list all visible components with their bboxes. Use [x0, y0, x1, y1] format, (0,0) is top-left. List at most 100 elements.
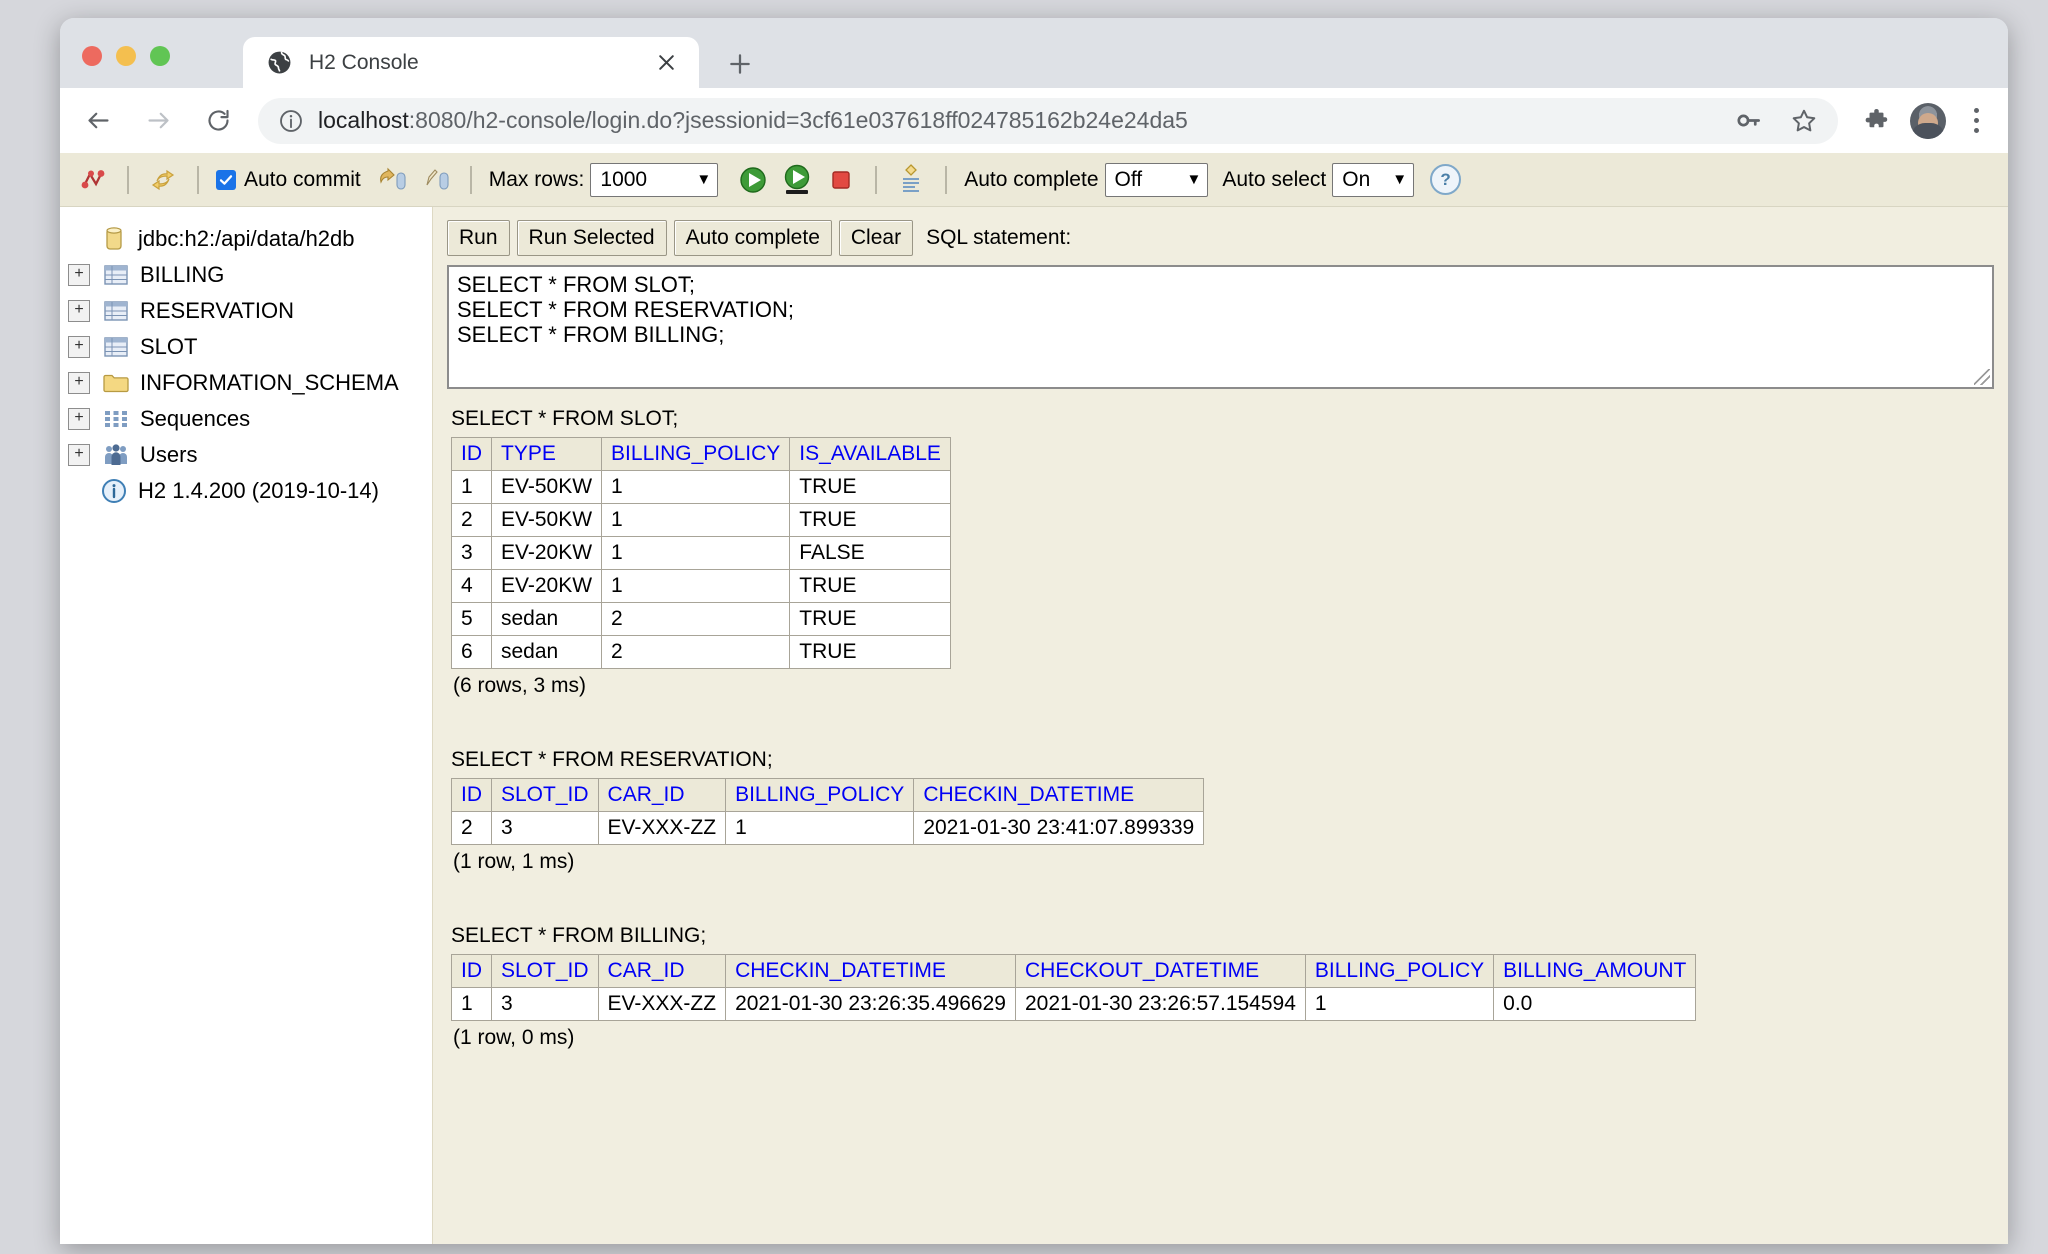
column-header[interactable]: CAR_ID: [598, 955, 726, 988]
sidebar-item-reservation[interactable]: + RESERVATION: [68, 293, 432, 329]
expand-icon[interactable]: +: [68, 300, 90, 322]
auto-complete-button[interactable]: Auto complete: [674, 220, 832, 256]
cell: 3: [492, 812, 599, 845]
browser-tab[interactable]: H2 Console: [243, 37, 699, 88]
result-table-billing: ID SLOT_ID CAR_ID CHECKIN_DATETIME CHECK…: [451, 954, 1696, 1021]
sidebar-item-database[interactable]: jdbc:h2:/api/data/h2db: [68, 221, 432, 257]
table-row: 6 sedan 2 TRUE: [452, 636, 951, 669]
maximize-window-button[interactable]: [150, 46, 170, 66]
kebab-menu-icon[interactable]: [1958, 103, 1994, 139]
tab-strip: H2 Console: [60, 18, 2008, 88]
column-header[interactable]: BILLING_AMOUNT: [1494, 955, 1696, 988]
sql-history-icon[interactable]: [894, 163, 928, 197]
sidebar-item-billing[interactable]: + BILLING: [68, 257, 432, 293]
close-icon[interactable]: [649, 46, 683, 80]
help-question-icon[interactable]: ?: [1430, 164, 1461, 195]
cell: 2021-01-30 23:41:07.899339: [914, 812, 1204, 845]
cell: EV-20KW: [492, 570, 602, 603]
address-bar[interactable]: localhost:8080/h2-console/login.do?jsess…: [258, 98, 1838, 144]
sidebar-item-version[interactable]: H2 1.4.200 (2019-10-14): [68, 473, 432, 509]
close-window-button[interactable]: [82, 46, 102, 66]
table-row: 3 EV-20KW 1 FALSE: [452, 537, 951, 570]
sidebar-item-users[interactable]: + Users: [68, 437, 432, 473]
column-header[interactable]: BILLING_POLICY: [1305, 955, 1493, 988]
stop-red-icon[interactable]: [824, 163, 858, 197]
console-body: jdbc:h2:/api/data/h2db + BILLING: [60, 207, 2008, 1244]
column-header[interactable]: BILLING_POLICY: [726, 779, 914, 812]
cell: sedan: [492, 603, 602, 636]
sidebar-item-information-schema[interactable]: + INFORMATION_SCHEMA: [68, 365, 432, 401]
info-circle-icon[interactable]: [278, 108, 304, 134]
expand-icon[interactable]: +: [68, 444, 90, 466]
table-row: 1 EV-50KW 1 TRUE: [452, 471, 951, 504]
key-icon[interactable]: [1726, 99, 1770, 143]
column-header[interactable]: ID: [452, 955, 492, 988]
expand-icon[interactable]: +: [68, 336, 90, 358]
cell: 2: [452, 504, 492, 537]
url-text: localhost:8080/h2-console/login.do?jsess…: [318, 107, 1188, 134]
result-query-text: SELECT * FROM SLOT;: [451, 407, 2008, 431]
auto-complete-select[interactable]: Off ▼: [1105, 163, 1209, 197]
cell: 2: [602, 603, 790, 636]
max-rows-value: 1000: [600, 168, 686, 192]
expand-icon[interactable]: +: [68, 408, 90, 430]
commit-icon[interactable]: [375, 163, 409, 197]
auto-select-select[interactable]: On ▼: [1332, 163, 1414, 197]
auto-commit-checkbox[interactable]: [216, 170, 236, 190]
max-rows-label: Max rows:: [489, 168, 585, 192]
clear-button[interactable]: Clear: [839, 220, 913, 256]
column-header[interactable]: BILLING_POLICY: [602, 438, 790, 471]
expand-icon[interactable]: +: [68, 264, 90, 286]
column-header[interactable]: CHECKIN_DATETIME: [726, 955, 1016, 988]
run-selected-button[interactable]: Run Selected: [517, 220, 667, 256]
sql-input[interactable]: SELECT * FROM SLOT; SELECT * FROM RESERV…: [447, 265, 1994, 389]
cell: 1: [1305, 988, 1493, 1021]
column-header[interactable]: CHECKIN_DATETIME: [914, 779, 1204, 812]
result-block: SELECT * FROM SLOT; ID TYPE BILLING_POLI…: [451, 407, 2008, 698]
column-header[interactable]: ID: [452, 438, 492, 471]
run-selected-green-icon[interactable]: [780, 163, 814, 197]
sidebar-item-slot[interactable]: + SLOT: [68, 329, 432, 365]
cell: 1: [602, 537, 790, 570]
column-header[interactable]: ID: [452, 779, 492, 812]
resize-grip-icon[interactable]: [1974, 369, 1990, 385]
rollback-icon[interactable]: [419, 163, 453, 197]
avatar-icon[interactable]: [1910, 103, 1946, 139]
result-query-text: SELECT * FROM RESERVATION;: [451, 748, 2008, 772]
toolbar-divider: [470, 166, 472, 194]
star-icon[interactable]: [1782, 99, 1826, 143]
sidebar-item-sequences[interactable]: + Sequences: [68, 401, 432, 437]
cell: 2: [602, 636, 790, 669]
table-icon: [102, 297, 130, 325]
column-header[interactable]: CAR_ID: [598, 779, 726, 812]
run-button[interactable]: Run: [447, 220, 510, 256]
column-header[interactable]: SLOT_ID: [492, 779, 599, 812]
reload-icon[interactable]: [196, 99, 240, 143]
chevron-down-icon: ▼: [696, 172, 711, 187]
column-header[interactable]: SLOT_ID: [492, 955, 599, 988]
cell: EV-20KW: [492, 537, 602, 570]
column-header[interactable]: TYPE: [492, 438, 602, 471]
result-query-text: SELECT * FROM BILLING;: [451, 924, 2008, 948]
cell: TRUE: [790, 636, 951, 669]
cell: TRUE: [790, 603, 951, 636]
minimize-window-button[interactable]: [116, 46, 136, 66]
run-green-icon[interactable]: [736, 163, 770, 197]
cell: EV-XXX-ZZ: [598, 812, 726, 845]
auto-select-value: On: [1342, 168, 1382, 192]
result-table-reservation: ID SLOT_ID CAR_ID BILLING_POLICY CHECKIN…: [451, 778, 1204, 845]
puzzle-piece-icon[interactable]: [1854, 99, 1898, 143]
plus-icon[interactable]: [720, 44, 760, 84]
max-rows-select[interactable]: 1000 ▼: [590, 163, 718, 197]
expand-icon[interactable]: +: [68, 372, 90, 394]
refresh-icon[interactable]: [146, 163, 180, 197]
cell: 1: [452, 988, 492, 1021]
column-header[interactable]: CHECKOUT_DATETIME: [1015, 955, 1305, 988]
cell: TRUE: [790, 471, 951, 504]
back-arrow-icon[interactable]: [76, 99, 120, 143]
column-header[interactable]: IS_AVAILABLE: [790, 438, 951, 471]
forward-arrow-icon: [136, 99, 180, 143]
sql-text: SELECT * FROM SLOT; SELECT * FROM RESERV…: [457, 272, 794, 347]
disconnect-icon[interactable]: [76, 163, 110, 197]
sql-button-bar: Run Run Selected Auto complete Clear SQL…: [433, 207, 2008, 256]
